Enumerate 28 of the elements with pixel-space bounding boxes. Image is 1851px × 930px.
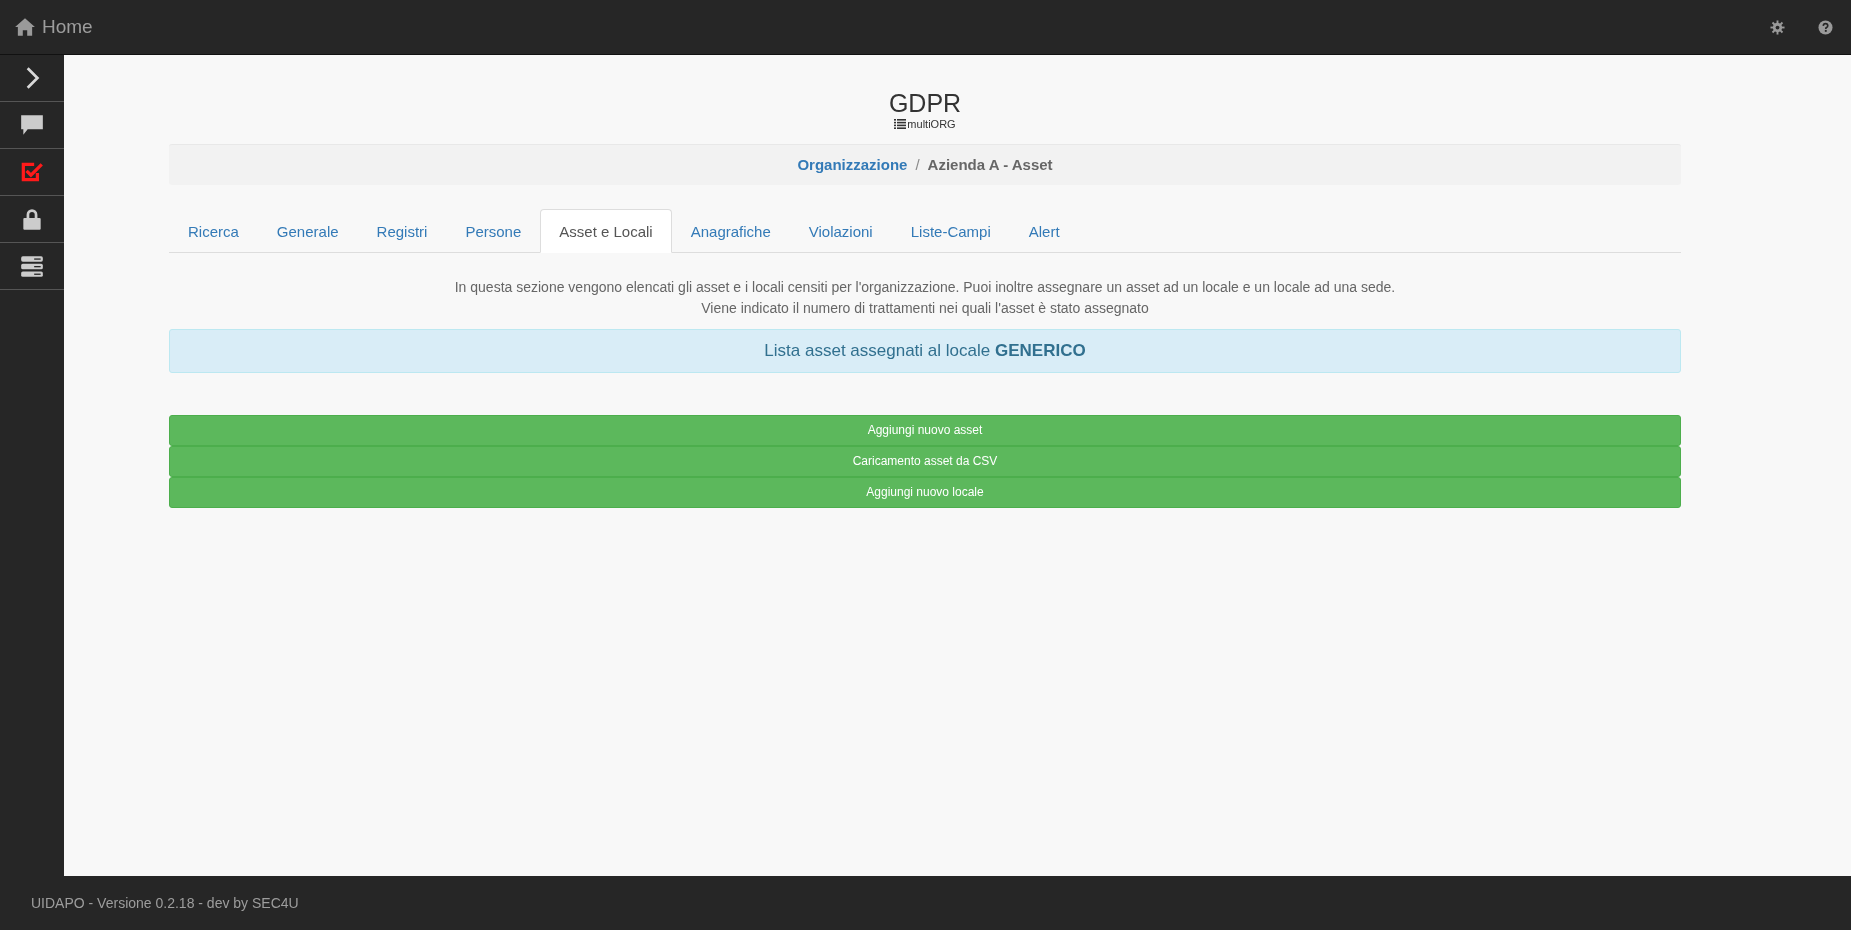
action-button[interactable]: Caricamento asset da CSV bbox=[169, 445, 1681, 477]
description-text: Viene indicato il numero di trattamenti nei quali l'asset è stato assegnato bbox=[700, 299, 1150, 317]
info-panel-text: Lista asset assegnati al locale GENERICO bbox=[764, 340, 1086, 361]
tab[interactable]: Liste-Campi bbox=[891, 208, 1010, 253]
tab[interactable]: Registri bbox=[357, 208, 447, 253]
action-button[interactable]: Aggiungi nuovo locale bbox=[169, 476, 1681, 508]
page-title: GDPR bbox=[888, 90, 962, 118]
page-subtitle: multiORG bbox=[907, 117, 956, 130]
speech-bubble-icon bbox=[19, 112, 45, 138]
house-icon bbox=[14, 17, 36, 37]
tab[interactable]: Persone bbox=[446, 208, 541, 253]
home-link[interactable]: Home bbox=[14, 16, 93, 38]
tab[interactable]: Alert bbox=[1009, 208, 1079, 253]
breadcrumb-current: Azienda A - Asset bbox=[927, 156, 1053, 173]
settings-icon[interactable] bbox=[1770, 19, 1785, 35]
action-button[interactable]: Aggiungi nuovo asset bbox=[169, 414, 1681, 446]
server-icon bbox=[19, 253, 45, 279]
breadcrumb-separator: / bbox=[915, 156, 920, 173]
tab[interactable]: Ricerca bbox=[169, 208, 258, 253]
help-icon[interactable] bbox=[1818, 19, 1833, 35]
tab[interactable]: Anagrafiche bbox=[671, 208, 790, 253]
footer-text: UIDAPO - Versione 0.2.18 - dev by SEC4U bbox=[31, 895, 299, 911]
list-icon bbox=[894, 118, 907, 129]
description-text: In questa sezione vengono elencati gli asset e i locali censiti per l'organizzazione. Puoi inoltre assegnare un asset ad un locale e un locale ad una sede. bbox=[453, 278, 1397, 296]
tab[interactable]: Asset e Locali bbox=[540, 208, 672, 253]
breadcrumb-link[interactable]: Organizzazione bbox=[797, 156, 908, 173]
tab[interactable]: Generale bbox=[257, 208, 358, 253]
tab[interactable]: Violazioni bbox=[789, 208, 892, 253]
